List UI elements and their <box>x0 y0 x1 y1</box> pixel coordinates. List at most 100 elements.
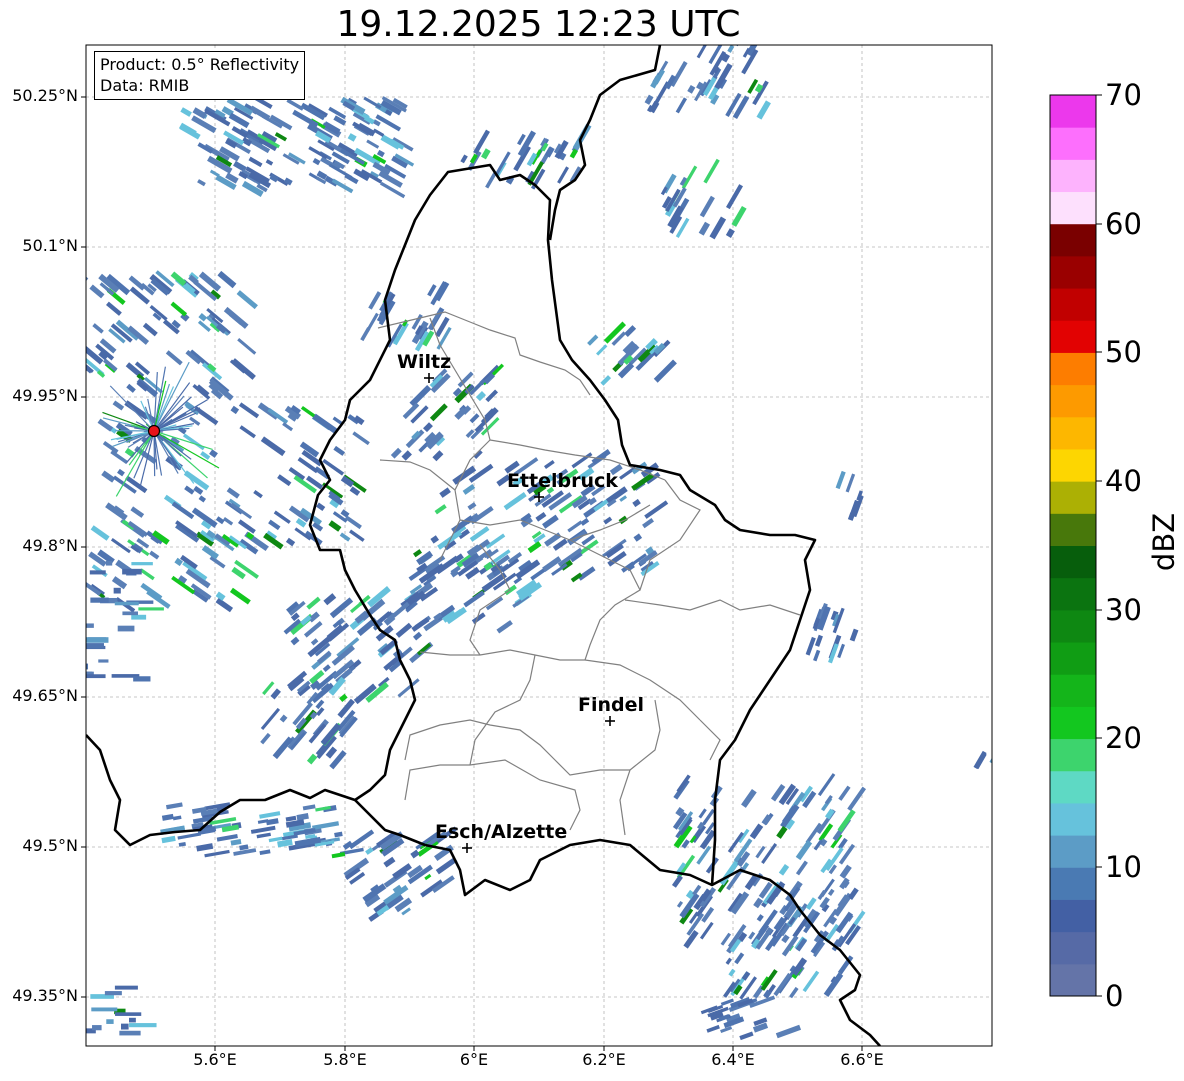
radar-echo <box>260 732 271 745</box>
radar-echo <box>178 841 186 847</box>
radar-echo <box>503 492 527 511</box>
radar-echo <box>439 487 451 498</box>
radar-echo <box>739 1031 754 1041</box>
colorbar-swatch <box>1050 577 1096 611</box>
radar-echo <box>92 1025 102 1031</box>
radar-echo <box>175 523 200 543</box>
radar-echo <box>161 835 176 844</box>
radar-echo <box>161 813 174 821</box>
radar-echo <box>347 133 357 142</box>
radar-echo <box>130 506 145 518</box>
colorbar-swatch <box>1050 835 1096 868</box>
colorbar-swatch <box>1050 513 1096 546</box>
radar-echo <box>222 516 234 526</box>
radar-echo <box>778 863 790 876</box>
radar-echo <box>845 473 856 493</box>
radar-echo <box>253 490 263 499</box>
radar-echo <box>273 510 291 524</box>
lat-tick-label: 49.95°N <box>12 386 78 405</box>
radar-echo <box>122 611 139 616</box>
radar-clutter-ray <box>109 385 155 432</box>
radar-echo <box>239 844 249 851</box>
radar-echo <box>139 568 155 581</box>
radar-echo <box>633 533 643 542</box>
radar-echo <box>198 495 207 503</box>
colorbar-swatch <box>1050 931 1096 965</box>
radar-echo <box>322 664 331 672</box>
radar-echo <box>395 622 413 638</box>
radar-echo <box>209 555 226 569</box>
radar-echo <box>495 151 511 175</box>
radar-echo <box>749 823 764 840</box>
radar-echo <box>215 597 234 613</box>
radar-echo <box>360 327 371 342</box>
radar-echo <box>114 985 138 990</box>
radar-echo <box>115 1012 142 1016</box>
radar-echo <box>596 344 608 356</box>
radar-echo <box>802 970 820 993</box>
radar-echo <box>238 519 256 534</box>
radar-echo <box>312 157 321 166</box>
colorbar-swatch <box>1050 255 1096 289</box>
radar-echo <box>117 625 135 632</box>
radar-echo <box>328 520 342 532</box>
radar-echo <box>285 537 296 547</box>
radar-echo <box>209 449 218 458</box>
radar-echo <box>180 107 192 117</box>
radar-echo <box>112 400 125 411</box>
radar-echo <box>390 447 402 459</box>
radar-echo <box>201 545 219 560</box>
radar-echo <box>698 221 711 236</box>
radar-echo <box>197 179 206 187</box>
radar-echo <box>544 460 555 470</box>
radar-echo <box>709 216 727 240</box>
radar-echo <box>238 402 260 419</box>
radar-echo <box>308 146 328 160</box>
radar-echo <box>149 550 160 560</box>
colorbar-swatch <box>1050 867 1096 900</box>
colorbar-swatch <box>1050 416 1096 450</box>
radar-echo <box>78 1021 85 1024</box>
colorbar-swatch <box>1050 448 1096 482</box>
radar-echo <box>383 856 396 868</box>
radar-echo <box>761 843 778 864</box>
radar-echo <box>270 688 281 700</box>
radar-echo <box>496 620 513 634</box>
radar-echo <box>588 497 597 506</box>
radar-echo <box>755 845 766 859</box>
colorbar <box>1050 95 1096 997</box>
radar-echo <box>171 501 195 520</box>
radar-echo <box>165 350 183 366</box>
radar-echo <box>775 1024 802 1039</box>
radar-echo <box>731 205 747 227</box>
radar-echo <box>131 614 147 620</box>
radar-echo <box>485 389 499 403</box>
radar-echo <box>260 436 286 457</box>
radar-echo <box>838 785 851 801</box>
radar-echo <box>119 1030 141 1036</box>
radar-echo <box>86 637 109 643</box>
radar-echo <box>827 888 835 896</box>
radar-echo <box>86 578 102 596</box>
radar-echo <box>847 887 859 900</box>
radar-echo <box>204 849 230 858</box>
lon-tick-label: 6.2°E <box>582 1050 626 1069</box>
radar-echo <box>813 649 821 662</box>
radar-echo <box>274 132 288 142</box>
radar-echo <box>591 449 611 465</box>
radar-echo <box>73 616 83 620</box>
radar-echo <box>290 636 300 646</box>
radar-echo <box>334 831 343 838</box>
radar-echo <box>432 450 444 462</box>
radar-echo <box>773 972 792 997</box>
radar-echo <box>197 320 211 332</box>
lat-tick-label: 50.1°N <box>22 236 78 255</box>
radar-echo <box>128 275 146 291</box>
radar-echo <box>262 681 275 696</box>
radar-echo <box>485 596 504 611</box>
colorbar-tick-label: 50 <box>1105 335 1142 369</box>
colorbar-tick-label: 30 <box>1105 593 1142 627</box>
colorbar-swatch <box>1050 384 1096 418</box>
radar-echo <box>306 753 318 765</box>
radar-echo <box>333 445 346 456</box>
